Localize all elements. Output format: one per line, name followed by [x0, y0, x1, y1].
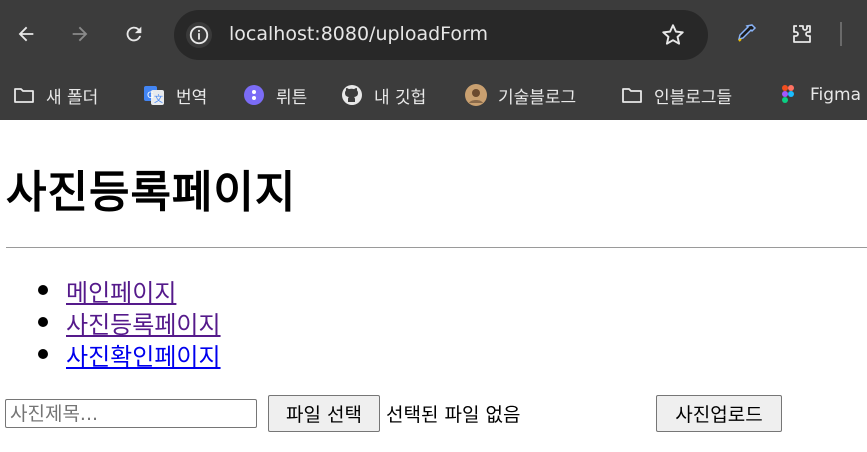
wrtn-icon: [242, 83, 266, 107]
reload-icon: [126, 26, 142, 42]
reload-button[interactable]: [120, 20, 148, 48]
folder-icon: [620, 83, 644, 107]
figma-icon: [776, 83, 800, 107]
info-icon: [189, 25, 209, 45]
bookmark-label: 내 깃헙: [374, 87, 427, 108]
bookmark-item[interactable]: 인블로그들: [620, 80, 732, 110]
address-bar[interactable]: localhost:8080/uploadForm: [174, 10, 708, 60]
bookmark-item[interactable]: 새 폴더: [12, 80, 98, 110]
bookmarks-bar: 새 폴더 G 文 번역 뤼튼 내 깃헙 기술블로그 인블로그들 Figma: [0, 70, 867, 120]
browser-toolbar: localhost:8080/uploadForm: [0, 0, 867, 70]
back-button[interactable]: [12, 20, 40, 48]
forward-button[interactable]: [66, 20, 94, 48]
bookmark-label: 뤼튼: [276, 87, 308, 108]
bookmark-label: 번역: [176, 87, 208, 108]
bullet: [38, 317, 48, 327]
file-select-button[interactable]: 파일 선택: [268, 395, 380, 432]
bullet: [38, 285, 48, 295]
svg-text:G: G: [147, 91, 154, 101]
upload-form: 파일 선택 선택된 파일 없음 사진업로드: [0, 395, 867, 435]
main-page-link[interactable]: 메인페이지: [66, 273, 176, 308]
avatar-icon: [464, 83, 488, 107]
bullet: [38, 349, 48, 359]
page-content: 사진등록페이지 메인페이지 사진등록페이지 사진확인페이지 파일 선택 선택된 …: [0, 120, 867, 452]
bookmark-item[interactable]: G 文 번역: [142, 80, 207, 110]
github-icon: [340, 83, 364, 107]
arrow-left-icon: [18, 26, 34, 42]
upload-button[interactable]: 사진업로드: [656, 395, 782, 432]
bookmark-item[interactable]: 내 깃헙: [340, 80, 426, 110]
eyedropper-extension-button[interactable]: [732, 20, 760, 48]
url-text[interactable]: localhost:8080/uploadForm: [229, 23, 488, 45]
bookmark-label: Figma: [810, 85, 862, 105]
extensions-button[interactable]: [788, 20, 816, 48]
arrow-right-icon: [72, 26, 88, 42]
toolbar-separator: [840, 22, 842, 46]
upload-page-link[interactable]: 사진등록페이지: [66, 305, 221, 340]
bookmark-item[interactable]: Figma: [776, 80, 861, 110]
bookmark-label: 새 폴더: [46, 87, 99, 108]
eyedropper-icon: [737, 24, 757, 42]
folder-icon: [12, 83, 36, 107]
view-page-link[interactable]: 사진확인페이지: [66, 337, 221, 372]
bookmark-star-icon[interactable]: [660, 22, 686, 48]
svg-text:文: 文: [154, 93, 163, 105]
photo-title-input[interactable]: [5, 399, 257, 428]
bookmark-item[interactable]: 뤼튼: [242, 80, 307, 110]
file-status-text: 선택된 파일 없음: [386, 404, 521, 426]
bookmark-label: 인블로그들: [654, 87, 733, 108]
bookmark-label: 기술블로그: [498, 87, 577, 108]
puzzle-icon: [793, 25, 811, 43]
google-translate-icon: G 文: [142, 83, 166, 107]
page-title: 사진등록페이지: [6, 167, 297, 218]
bookmark-item[interactable]: 기술블로그: [464, 80, 576, 110]
site-info-button[interactable]: [186, 22, 212, 48]
divider: [6, 247, 867, 248]
